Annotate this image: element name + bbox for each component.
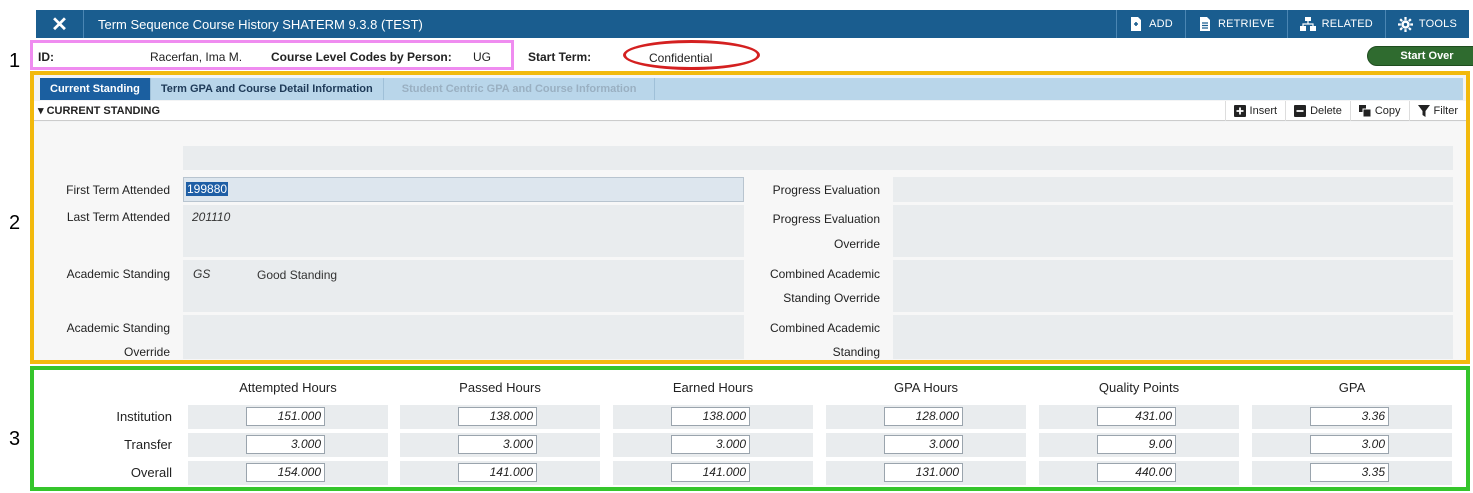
combined-override-label-2: Standing Override [783, 291, 880, 305]
last-term-field[interactable] [183, 205, 744, 257]
first-term-value[interactable]: 199880 [186, 182, 229, 196]
gpa-header: GPA [1338, 380, 1366, 395]
id-value[interactable]: Racerfan, Ima M. [150, 50, 242, 64]
blank-record-bar [183, 146, 1453, 170]
row-label-institution: Institution [116, 409, 172, 424]
progress-override-label-2: Override [833, 237, 880, 251]
add-document-icon [1131, 17, 1142, 31]
combined-override-label-1: Combined Academic [769, 267, 880, 281]
progress-override-field[interactable] [893, 205, 1453, 257]
first-term-label: First Term Attended [66, 183, 170, 197]
delete-button[interactable]: Delete [1285, 100, 1350, 121]
quality-points-transfer-field[interactable]: 9.00 [1097, 435, 1176, 454]
close-icon: ✕ [51, 13, 68, 36]
attempted-hours-institution-field[interactable]: 151.000 [246, 407, 325, 426]
passed-hours-header: Passed Hours [459, 380, 541, 395]
section-title[interactable]: ▾ CURRENT STANDING [34, 104, 1225, 117]
filter-label: Filter [1433, 104, 1458, 117]
tab-bar: Current Standing Term GPA and Course Det… [40, 78, 1463, 100]
tab-current-standing[interactable]: Current Standing [40, 78, 151, 100]
first-term-field[interactable] [183, 177, 744, 202]
related-hierarchy-icon [1299, 17, 1316, 31]
filter-icon [1417, 104, 1430, 117]
insert-label: Insert [1249, 104, 1278, 117]
combined-standing-label-1: Combined Academic [769, 321, 880, 335]
retrieve-button[interactable]: RETRIEVE [1184, 10, 1287, 38]
academic-standing-label: Academic Standing [66, 267, 170, 281]
academic-standing-description: Good Standing [257, 268, 338, 282]
passed-hours-institution-field[interactable]: 138.000 [458, 407, 537, 426]
annotation-number-2: 2 [9, 212, 21, 234]
related-button-label: RELATED [1321, 18, 1373, 30]
combined-standing-field[interactable] [893, 315, 1453, 359]
passed-hours-overall-field[interactable]: 141.000 [458, 463, 537, 482]
gpa-hours-institution-field[interactable]: 128.000 [884, 407, 963, 426]
gear-icon [1397, 16, 1413, 32]
last-term-label: Last Term Attended [66, 210, 170, 224]
gpa-hours-overall-field[interactable]: 131.000 [884, 463, 963, 482]
tools-button[interactable]: TOOLS [1384, 10, 1469, 38]
id-label: ID: [38, 50, 54, 64]
academic-override-label-2: Override [123, 345, 170, 359]
passed-hours-transfer-field[interactable]: 3.000 [458, 435, 537, 454]
minus-icon [1294, 104, 1307, 117]
page-header: ✕ Term Sequence Course History SHATERM 9… [36, 10, 1469, 38]
copy-label: Copy [1374, 104, 1401, 117]
collapse-triangle-icon: ▾ [38, 105, 47, 117]
gpa-transfer-field[interactable]: 3.00 [1310, 435, 1389, 454]
add-button[interactable]: ADD [1116, 10, 1185, 38]
add-button-label: ADD [1149, 18, 1173, 30]
attempted-hours-header: Attempted Hours [239, 380, 337, 395]
tools-button-label: TOOLS [1418, 18, 1457, 30]
confidential-highlight-oval [623, 40, 760, 70]
progress-eval-label: Progress Evaluation [772, 183, 880, 197]
earned-hours-transfer-field[interactable]: 3.000 [671, 435, 750, 454]
quality-points-overall-field[interactable]: 440.00 [1097, 463, 1176, 482]
quality-points-header: Quality Points [1098, 380, 1180, 395]
delete-label: Delete [1310, 104, 1342, 117]
retrieve-document-icon [1199, 17, 1210, 31]
row-label-overall: Overall [130, 465, 172, 480]
annotation-number-1: 1 [9, 50, 21, 72]
filter-button[interactable]: Filter [1408, 100, 1466, 121]
academic-override-field[interactable] [183, 315, 744, 359]
academic-standing-code: GS [193, 267, 211, 281]
attempted-hours-transfer-field[interactable]: 3.000 [246, 435, 325, 454]
earned-hours-header: Earned Hours [672, 380, 754, 395]
close-button[interactable]: ✕ [36, 10, 84, 38]
earned-hours-institution-field[interactable]: 138.000 [671, 407, 750, 426]
first-term-selected-text: 199880 [186, 182, 229, 196]
gpa-hours-header: GPA Hours [893, 380, 959, 395]
row-label-transfer: Transfer [124, 437, 172, 452]
page-title: Term Sequence Course History SHATERM 9.3… [98, 16, 423, 32]
quality-points-institution-field[interactable]: 431.00 [1097, 407, 1176, 426]
combined-override-field[interactable] [893, 260, 1453, 312]
copy-button[interactable]: Copy [1349, 100, 1409, 121]
copy-icon [1358, 104, 1371, 117]
start-term-label: Start Term: [528, 50, 592, 64]
gpa-overall-field[interactable]: 3.35 [1310, 463, 1389, 482]
tab-student-centric-gpa: Student Centric GPA and Course Informati… [384, 78, 656, 100]
gpa-institution-field[interactable]: 3.36 [1310, 407, 1389, 426]
section-header: ▾ CURRENT STANDING Insert Delete Copy Fi… [34, 100, 1466, 121]
plus-icon [1233, 104, 1246, 117]
course-level-value[interactable]: UG [473, 50, 491, 64]
section-title-text: CURRENT STANDING [46, 105, 161, 117]
related-button[interactable]: RELATED [1286, 10, 1385, 38]
start-over-button[interactable]: Start Over [1367, 46, 1473, 66]
gpa-hours-transfer-field[interactable]: 3.000 [884, 435, 963, 454]
key-block: ID: Racerfan, Ima M. Course Level Codes … [30, 38, 1473, 70]
tab-term-gpa-course-detail[interactable]: Term GPA and Course Detail Information [151, 78, 384, 100]
annotation-number-3: 3 [9, 428, 21, 450]
progress-eval-field[interactable] [893, 177, 1453, 202]
earned-hours-overall-field[interactable]: 141.000 [671, 463, 750, 482]
progress-override-label-1: Progress Evaluation [772, 212, 880, 226]
insert-button[interactable]: Insert [1224, 100, 1286, 121]
attempted-hours-overall-field[interactable]: 154.000 [246, 463, 325, 482]
combined-standing-label-2: Standing [832, 345, 880, 359]
academic-override-label-1: Academic Standing [66, 321, 170, 335]
retrieve-button-label: RETRIEVE [1217, 18, 1275, 30]
last-term-value: 201110 [192, 210, 231, 224]
course-level-label: Course Level Codes by Person: [271, 50, 452, 64]
